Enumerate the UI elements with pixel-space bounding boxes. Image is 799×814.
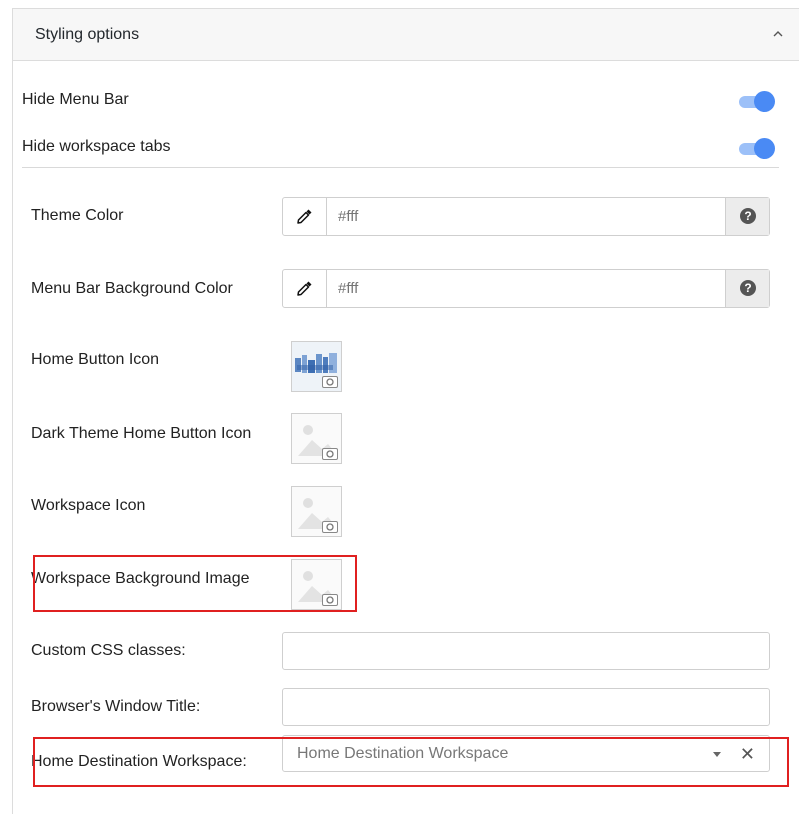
highlight-box-background-image [33, 555, 357, 612]
hide-workspace-tabs-toggle[interactable] [739, 137, 777, 159]
hide-menu-bar-toggle[interactable] [739, 90, 777, 112]
hide-menu-bar-row: Hide Menu Bar [22, 87, 781, 113]
hide-workspace-tabs-label: Hide workspace tabs [22, 138, 171, 155]
menu-bar-bg-color-field: ? [282, 269, 770, 308]
camera-icon [322, 376, 338, 388]
home-button-icon-picker[interactable] [291, 341, 342, 392]
panel-header[interactable]: Styling options [13, 9, 799, 61]
home-button-icon-label: Home Button Icon [31, 351, 160, 368]
eyedropper-icon [297, 209, 312, 224]
hide-menu-bar-label: Hide Menu Bar [22, 91, 129, 108]
help-icon: ? [740, 280, 756, 296]
workspace-icon-label: Workspace Icon [31, 497, 146, 514]
theme-color-field: ? [282, 197, 770, 236]
custom-css-classes-input[interactable] [282, 632, 770, 670]
hide-workspace-tabs-row: Hide workspace tabs [22, 134, 781, 160]
dark-theme-home-button-icon-label: Dark Theme Home Button Icon [31, 425, 252, 442]
camera-icon [322, 521, 338, 533]
chevron-up-icon[interactable] [771, 27, 785, 41]
dark-theme-home-button-icon-picker[interactable] [291, 413, 342, 464]
menu-bar-bg-color-picker-button[interactable] [283, 270, 327, 307]
workspace-icon-picker[interactable] [291, 486, 342, 537]
camera-icon [322, 448, 338, 460]
window-title-input[interactable] [282, 688, 770, 726]
window-title-label: Browser's Window Title: [31, 698, 201, 715]
custom-css-classes-label: Custom CSS classes: [31, 642, 186, 659]
theme-color-picker-button[interactable] [283, 198, 327, 235]
menu-bar-bg-color-input[interactable] [327, 270, 726, 307]
help-icon: ? [740, 208, 756, 224]
eyedropper-icon [297, 281, 312, 296]
toggle-knob [754, 138, 775, 159]
theme-color-help-button[interactable]: ? [725, 198, 769, 235]
section-divider [22, 167, 779, 168]
theme-color-input[interactable] [327, 198, 726, 235]
highlight-box-home-destination [33, 737, 789, 787]
menu-bar-bg-color-label: Menu Bar Background Color [31, 280, 233, 297]
panel-title: Styling options [35, 26, 140, 43]
menu-bar-bg-color-help-button[interactable]: ? [725, 270, 769, 307]
theme-color-label: Theme Color [31, 207, 124, 224]
toggle-knob [754, 91, 775, 112]
